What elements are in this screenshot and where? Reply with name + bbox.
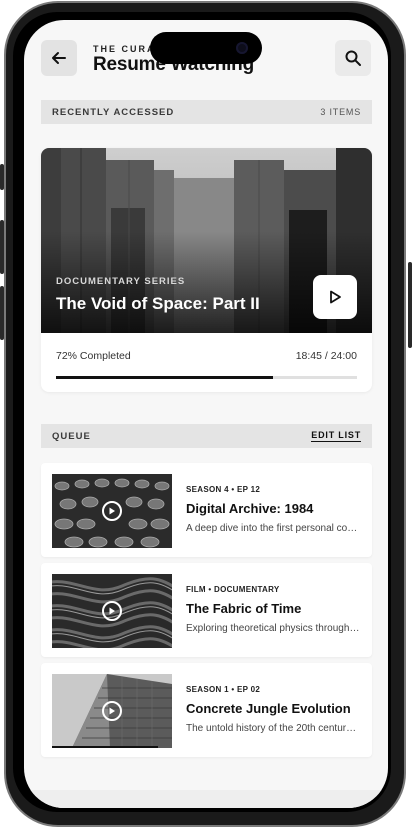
episode-description: A deep dive into the first personal comp… bbox=[186, 523, 360, 534]
queue-header: QUEUE EDIT LIST bbox=[41, 424, 372, 448]
bottom-nav-edge bbox=[24, 790, 388, 808]
mute-switch bbox=[0, 164, 4, 190]
camera-icon bbox=[236, 42, 248, 54]
search-icon bbox=[345, 50, 361, 66]
progress-time: 18:45 / 24:00 bbox=[295, 350, 357, 362]
progress-label: 72% Completed bbox=[56, 350, 131, 362]
section-label: QUEUE bbox=[52, 430, 91, 442]
recently-accessed-header: RECENTLY ACCESSED 3 ITEMS bbox=[41, 100, 372, 124]
play-icon bbox=[330, 290, 341, 304]
queue-item[interactable]: FILM • DOCUMENTARY The Fabric of Time Ex… bbox=[41, 563, 372, 657]
episode-description: The untold history of the 20th century c… bbox=[186, 723, 360, 734]
app-screen: THE CURA Resume Watching RECENTLY ACCESS… bbox=[24, 20, 388, 808]
search-button[interactable] bbox=[335, 40, 371, 76]
edit-list-link[interactable]: EDIT LIST bbox=[311, 430, 361, 442]
volume-down-button bbox=[0, 286, 4, 340]
thumbnail bbox=[52, 574, 172, 648]
episode-meta: SEASON 4 • EP 12 bbox=[186, 485, 261, 494]
volume-up-button bbox=[0, 220, 4, 274]
hero-kicker: DOCUMENTARY SERIES bbox=[56, 276, 186, 287]
queue-item[interactable]: SEASON 1 • EP 02 Concrete Jungle Evoluti… bbox=[41, 663, 372, 757]
play-icon bbox=[109, 607, 115, 615]
hero-card[interactable]: DOCUMENTARY SERIES The Void of Space: Pa… bbox=[41, 148, 372, 392]
queue-item[interactable]: SEASON 4 • EP 12 Digital Archive: 1984 A… bbox=[41, 463, 372, 557]
play-icon bbox=[109, 507, 115, 515]
arrow-left-icon bbox=[52, 52, 66, 64]
item-count: 3 ITEMS bbox=[320, 107, 361, 117]
play-button[interactable] bbox=[313, 275, 357, 319]
thumbnail-play-button[interactable] bbox=[102, 501, 122, 521]
thumbnail-play-button[interactable] bbox=[102, 601, 122, 621]
progress-fill bbox=[56, 376, 273, 379]
progress-bar bbox=[56, 376, 357, 379]
episode-description: Exploring theoretical physics through th… bbox=[186, 623, 360, 634]
episode-meta: FILM • DOCUMENTARY bbox=[186, 585, 280, 594]
play-icon bbox=[109, 707, 115, 715]
episode-title: The Fabric of Time bbox=[186, 601, 302, 616]
episode-meta: SEASON 1 • EP 02 bbox=[186, 685, 261, 694]
thumbnail bbox=[52, 674, 172, 748]
watch-progress bbox=[52, 746, 158, 748]
back-button[interactable] bbox=[41, 40, 77, 76]
episode-title: Digital Archive: 1984 bbox=[186, 501, 314, 516]
thumbnail bbox=[52, 474, 172, 548]
hero-title: The Void of Space: Part II bbox=[56, 294, 260, 313]
dynamic-island bbox=[150, 32, 262, 64]
episode-title: Concrete Jungle Evolution bbox=[186, 701, 351, 716]
power-button bbox=[408, 262, 412, 348]
thumbnail-play-button[interactable] bbox=[102, 701, 122, 721]
section-label: RECENTLY ACCESSED bbox=[52, 106, 175, 118]
header-kicker: THE CURA bbox=[93, 44, 156, 54]
